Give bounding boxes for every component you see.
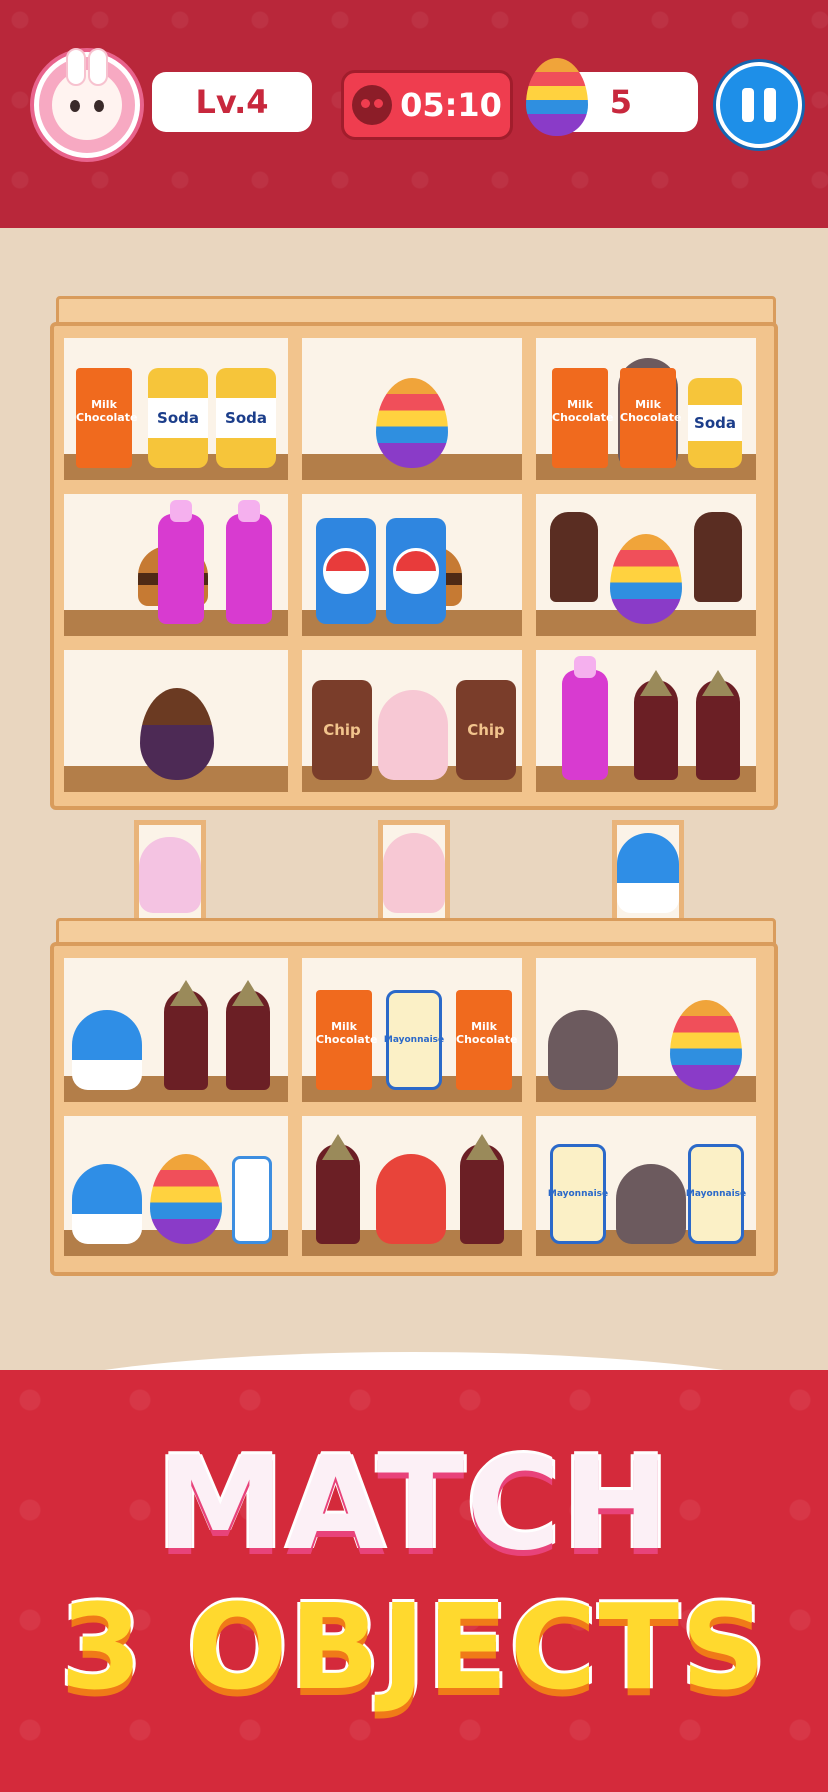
shelf-slot[interactable]: Chip Chip bbox=[302, 650, 522, 792]
mayonnaise-jar[interactable]: Mayonnaise bbox=[548, 1144, 608, 1244]
mayonnaise-jar[interactable]: Mayonnaise bbox=[384, 990, 444, 1090]
pending-slot bbox=[378, 820, 450, 924]
shelf-slot[interactable] bbox=[64, 650, 288, 792]
chocolate-popsicle[interactable] bbox=[550, 512, 598, 602]
shelf-slot[interactable]: Milk Chocolate Soda Soda bbox=[64, 338, 288, 480]
donkey-toy[interactable] bbox=[616, 1164, 686, 1244]
grape-juice-bottle[interactable] bbox=[158, 514, 204, 624]
chocolate-egg[interactable] bbox=[140, 688, 214, 780]
soda-can[interactable]: Soda bbox=[216, 368, 276, 468]
chip-can[interactable]: Chip bbox=[456, 680, 516, 780]
milk-chocolate-box[interactable]: Milk Chocolate bbox=[316, 990, 377, 1090]
penguin-toy[interactable] bbox=[72, 1164, 142, 1244]
unicorn-toy[interactable] bbox=[383, 833, 445, 913]
player-avatar[interactable] bbox=[34, 48, 140, 158]
toy-rocket[interactable] bbox=[316, 1144, 360, 1244]
milk-bottle[interactable] bbox=[232, 1156, 272, 1244]
shelf-slot[interactable]: Mayonnaise Mayonnaise bbox=[536, 1116, 756, 1256]
chip-can[interactable]: Chip bbox=[312, 680, 372, 780]
banner-title-line1: MATCH bbox=[156, 1430, 672, 1579]
banner-title-line2: 3 OBJECTS bbox=[59, 1578, 769, 1716]
countdown-timer: 05:10 bbox=[341, 70, 513, 140]
easter-egg[interactable] bbox=[150, 1154, 222, 1244]
pause-icon bbox=[742, 88, 754, 122]
pause-button[interactable] bbox=[716, 62, 802, 148]
soda-can[interactable]: Soda bbox=[688, 378, 742, 468]
easter-egg[interactable] bbox=[670, 1000, 742, 1090]
shelf-slot[interactable]: Milk Chocolate Mayonnaise Milk Chocolate bbox=[302, 958, 522, 1102]
shelf-slot[interactable] bbox=[536, 650, 756, 792]
toy-rocket[interactable] bbox=[696, 680, 740, 780]
grape-juice-bottle[interactable] bbox=[226, 514, 272, 624]
blue-soda-can[interactable] bbox=[316, 518, 376, 624]
milk-chocolate-box[interactable]: Milk Chocolate bbox=[620, 368, 681, 468]
grape-juice-bottle[interactable] bbox=[562, 670, 608, 780]
level-display: Lv.4 bbox=[152, 72, 312, 132]
shelf-slot[interactable] bbox=[64, 494, 288, 636]
toy-rocket[interactable] bbox=[164, 990, 208, 1090]
shelf-slot[interactable] bbox=[64, 958, 288, 1102]
timer-text: 05:10 bbox=[400, 86, 502, 124]
shelf-slot[interactable] bbox=[302, 1116, 522, 1256]
monkey-toy[interactable] bbox=[376, 1154, 446, 1244]
shelf-slot[interactable] bbox=[302, 494, 522, 636]
toy-rocket[interactable] bbox=[226, 990, 270, 1090]
skull-icon bbox=[352, 85, 393, 125]
shelf-slot[interactable] bbox=[536, 958, 756, 1102]
pending-slot bbox=[612, 820, 684, 924]
shelf-slot[interactable] bbox=[64, 1116, 288, 1256]
mayonnaise-jar[interactable]: Mayonnaise bbox=[686, 1144, 746, 1244]
milk-chocolate-box[interactable]: Milk Chocolate bbox=[76, 368, 137, 468]
kitty-toy[interactable] bbox=[139, 837, 201, 913]
soda-can[interactable]: Soda bbox=[148, 368, 208, 468]
donkey-toy[interactable] bbox=[548, 1010, 618, 1090]
level-text: Lv.4 bbox=[195, 83, 269, 121]
shelf-slot[interactable]: Milk Chocolate Milk Chocolate Soda bbox=[536, 338, 756, 480]
shelf-slot[interactable] bbox=[536, 494, 756, 636]
shelf-slot[interactable] bbox=[302, 338, 522, 480]
toy-rocket[interactable] bbox=[634, 680, 678, 780]
egg-count-text: 5 bbox=[609, 83, 632, 121]
penguin-toy[interactable] bbox=[617, 833, 679, 913]
unicorn-toy[interactable] bbox=[378, 690, 448, 780]
easter-egg[interactable] bbox=[610, 534, 682, 624]
penguin-toy[interactable] bbox=[72, 1010, 142, 1090]
pending-slot bbox=[134, 820, 206, 924]
milk-chocolate-box[interactable]: Milk Chocolate bbox=[552, 368, 613, 468]
blue-soda-can[interactable] bbox=[386, 518, 446, 624]
bunny-avatar-icon bbox=[52, 48, 122, 140]
chocolate-popsicle[interactable] bbox=[694, 512, 742, 602]
milk-chocolate-box[interactable]: Milk Chocolate bbox=[456, 990, 517, 1090]
easter-egg[interactable] bbox=[376, 378, 448, 468]
toy-rocket[interactable] bbox=[460, 1144, 504, 1244]
